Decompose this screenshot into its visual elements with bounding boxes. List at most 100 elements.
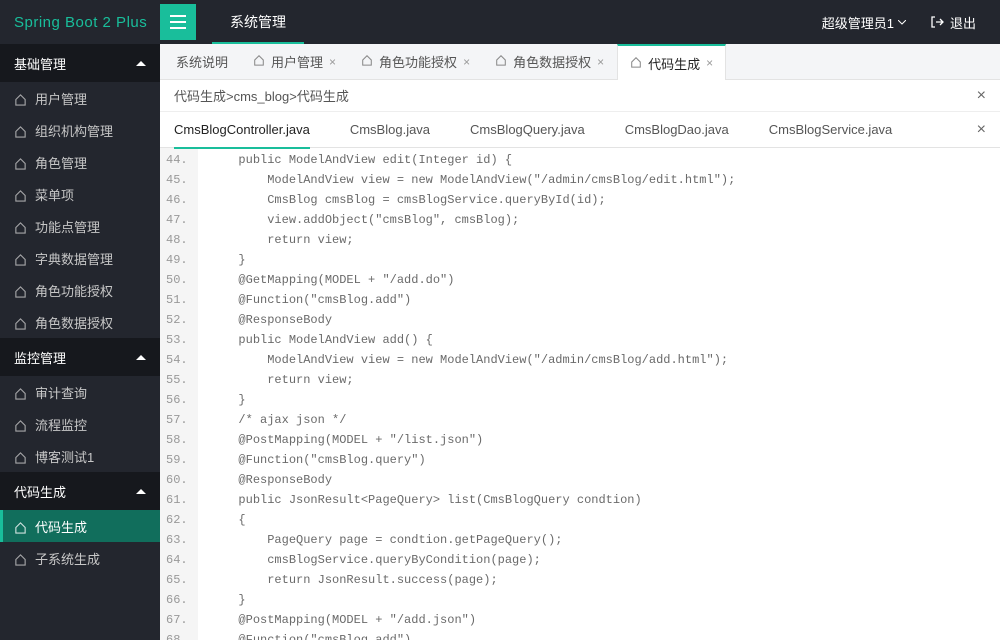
sidebar-item-label: 角色数据授权 [35,313,113,332]
close-icon[interactable]: × [977,121,986,139]
code-line: public ModelAndView add() { [210,330,772,350]
code-line: @Function("cmsBlog.query") [210,450,772,470]
home-icon [14,384,27,399]
sidebar-item[interactable]: 字典数据管理 [0,242,160,274]
code-line: ModelAndView view = new ModelAndView("/a… [210,170,772,190]
sidebar-item[interactable]: 功能点管理 [0,210,160,242]
line-number: 56. [166,390,188,410]
file-tab[interactable]: CmsBlogDao.java [625,112,729,148]
close-icon[interactable]: × [463,55,470,69]
breadcrumb-bar: 代码生成>cms_blog>代码生成 × [160,80,1000,112]
line-number: 61. [166,490,188,510]
caret-up-icon [136,61,146,66]
sidebar-group-header[interactable]: 代码生成 [0,472,160,510]
main: 系统说明用户管理×角色功能授权×角色数据授权×代码生成× 代码生成>cms_bl… [160,44,1000,640]
page-tab-label: 系统说明 [176,52,228,71]
line-number: 44. [166,150,188,170]
page-tab[interactable]: 用户管理 × [241,44,349,79]
topbar: Spring Boot 2 Plus 系统管理 超级管理员1 退出 [0,0,1000,44]
brand: Spring Boot 2 Plus [0,14,160,31]
code-line: return view; [210,230,772,250]
page-tab[interactable]: 系统说明 [164,44,241,79]
line-number: 46. [166,190,188,210]
line-number: 59. [166,450,188,470]
code-line: @PostMapping(MODEL + "/list.json") [210,430,772,450]
file-tab[interactable]: CmsBlogService.java [769,112,893,148]
sidebar-item[interactable]: 博客测试1 [0,440,160,472]
sidebar-item-label: 用户管理 [35,89,87,108]
sidebar-group-label: 基础管理 [14,54,66,73]
close-icon[interactable]: × [977,87,986,105]
caret-up-icon [136,355,146,360]
sidebar-item[interactable]: 角色功能授权 [0,274,160,306]
caret-up-icon [136,489,146,494]
file-tab[interactable]: CmsBlogQuery.java [470,112,585,148]
code-line: public JsonResult<PageQuery> list(CmsBlo… [210,490,772,510]
line-number: 49. [166,250,188,270]
sidebar[interactable]: 基础管理用户管理组织机构管理角色管理菜单项功能点管理字典数据管理角色功能授权角色… [0,44,160,640]
sidebar-item[interactable]: 子系统生成 [0,542,160,574]
code-line: { [210,510,772,530]
line-number: 63. [166,530,188,550]
page-tabs: 系统说明用户管理×角色功能授权×角色数据授权×代码生成× [160,44,1000,80]
line-number: 51. [166,290,188,310]
sidebar-item[interactable]: 菜单项 [0,178,160,210]
page-tab-label: 用户管理 [271,52,323,71]
line-number: 55. [166,370,188,390]
code-line: /* ajax json */ [210,410,772,430]
user-menu[interactable]: 超级管理员1 [810,13,918,32]
home-icon [14,518,27,533]
code-line: } [210,390,772,410]
code-line: } [210,250,772,270]
sidebar-item-label: 博客测试1 [35,447,94,466]
home-icon [14,186,27,201]
sidebar-item[interactable]: 角色管理 [0,146,160,178]
menu-toggle-button[interactable] [160,4,196,40]
page-tab[interactable]: 角色功能授权× [349,44,483,79]
code-line: return view; [210,370,772,390]
close-icon[interactable]: × [597,55,604,69]
code-line: public ModelAndView edit(Integer id) { [210,150,772,170]
code-line: view.addObject("cmsBlog", cmsBlog); [210,210,772,230]
sidebar-item[interactable]: 代码生成 [0,510,160,542]
line-number: 47. [166,210,188,230]
line-number: 65. [166,570,188,590]
sidebar-item[interactable]: 审计查询 [0,376,160,408]
home-icon [14,550,27,565]
breadcrumb: 代码生成>cms_blog>代码生成 [174,86,349,105]
code-content: public ModelAndView edit(Integer id) { M… [198,148,772,640]
code-line: PageQuery page = condtion.getPageQuery()… [210,530,772,550]
sidebar-item[interactable]: 用户管理 [0,82,160,114]
sidebar-item[interactable]: 组织机构管理 [0,114,160,146]
code-line: @ResponseBody [210,470,772,490]
code-line: ModelAndView view = new ModelAndView("/a… [210,350,772,370]
home-icon [14,154,27,169]
nav-system[interactable]: 系统管理 [212,0,304,44]
close-icon[interactable]: × [706,56,713,70]
line-number: 54. [166,350,188,370]
close-icon[interactable]: × [329,55,336,69]
code-line: } [210,590,772,610]
sidebar-item-label: 代码生成 [35,517,87,536]
logout-button[interactable]: 退出 [918,13,988,32]
page-tab[interactable]: 代码生成× [617,44,726,80]
sidebar-group-header[interactable]: 监控管理 [0,338,160,376]
page-tab[interactable]: 角色数据授权× [483,44,617,79]
gutter: 44.45.46.47.48.49.50.51.52.53.54.55.56.5… [160,148,198,640]
sidebar-item[interactable]: 流程监控 [0,408,160,440]
logout-icon [930,15,944,29]
menu-icon [170,15,186,29]
home-icon [630,56,642,71]
home-icon [14,282,27,297]
home-icon [14,90,27,105]
line-number: 60. [166,470,188,490]
sidebar-item[interactable]: 角色数据授权 [0,306,160,338]
logout-label: 退出 [950,13,976,32]
code-editor[interactable]: 44.45.46.47.48.49.50.51.52.53.54.55.56.5… [160,148,1000,640]
sidebar-item-label: 角色功能授权 [35,281,113,300]
file-tab[interactable]: CmsBlog.java [350,112,430,148]
file-tab[interactable]: CmsBlogController.java [174,112,310,148]
sidebar-item-label: 功能点管理 [35,217,100,236]
sidebar-item-label: 组织机构管理 [35,121,113,140]
sidebar-group-header[interactable]: 基础管理 [0,44,160,82]
